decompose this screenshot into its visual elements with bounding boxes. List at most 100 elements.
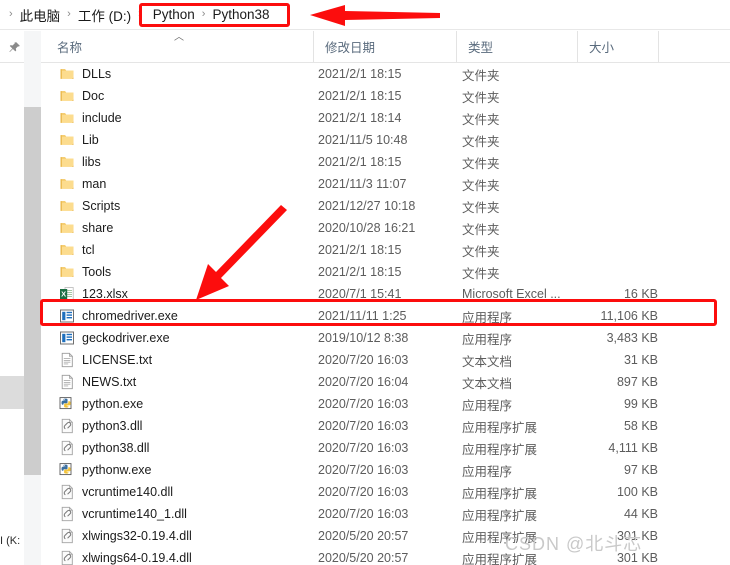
file-row[interactable]: Doc 2021/2/1 18:15 文件夹 — [41, 85, 730, 107]
address-bar[interactable]: › 此电脑 › 工作 (D:) › Python › Python38 — [0, 0, 730, 30]
file-name-label: LICENSE.txt — [82, 353, 153, 367]
file-type-cell: 应用程序 — [462, 464, 513, 479]
file-date-cell: 2021/2/1 18:15 — [318, 155, 402, 169]
folder-icon — [60, 135, 74, 145]
file-date-cell: 2020/7/20 16:03 — [318, 507, 409, 521]
file-row[interactable]: pythonw.exe 2020/7/20 16:03 应用程序 97 KB — [41, 459, 730, 481]
file-explorer-window: › 此电脑 › 工作 (D:) › Python › Python38 ︿ 名称… — [0, 0, 730, 565]
file-size-cell: 58 KB — [623, 419, 658, 433]
file-date-cell: 2020/7/1 15:41 — [318, 287, 402, 301]
file-name-cell[interactable]: Tools — [59, 261, 111, 283]
file-name-cell[interactable]: man — [59, 173, 106, 195]
file-name-cell[interactable]: chromedriver.exe — [59, 305, 178, 327]
file-date-cell: 2020/7/20 16:03 — [318, 397, 409, 411]
file-row[interactable]: Scripts 2021/12/27 10:18 文件夹 — [41, 195, 730, 217]
file-name-cell[interactable]: vcruntime140.dll — [59, 481, 173, 503]
file-date-cell: 2020/7/20 16:03 — [318, 419, 409, 433]
file-row[interactable]: chromedriver.exe 2021/11/11 1:25 应用程序 11,10… — [41, 305, 730, 327]
file-row[interactable]: include 2021/2/1 18:14 文件夹 — [41, 107, 730, 129]
file-type-cell: 文件夹 — [462, 68, 500, 83]
file-name-label: Scripts — [82, 199, 121, 213]
dll-icon — [61, 484, 74, 500]
file-name-cell[interactable]: Doc — [59, 85, 104, 107]
file-type-cell: 文件夹 — [462, 112, 500, 127]
breadcrumb-separator-icon: › — [9, 8, 13, 20]
column-header-name-label: 名称 — [57, 41, 83, 55]
file-row[interactable]: libs 2021/2/1 18:15 文件夹 — [41, 151, 730, 173]
file-name-cell[interactable]: tcl — [59, 239, 95, 261]
file-name-label: Doc — [82, 89, 105, 103]
breadcrumb-separator-icon: › — [67, 8, 71, 20]
file-date-cell: 2021/11/11 1:25 — [318, 309, 407, 323]
file-type-cell: 应用程序 — [462, 398, 513, 413]
file-row[interactable]: geckodriver.exe 2019/10/12 8:38 应用程序 3,483 … — [41, 327, 730, 349]
file-row[interactable]: vcruntime140_1.dll 2020/7/20 16:03 应用程序扩展 4… — [41, 503, 730, 525]
file-name-cell[interactable]: Scripts — [59, 195, 120, 217]
file-row[interactable]: Tools 2021/2/1 18:15 文件夹 — [41, 261, 730, 283]
file-date-cell: 2020/7/20 16:03 — [318, 485, 409, 499]
file-name-cell[interactable]: include — [59, 107, 122, 129]
nav-item-truncated-1[interactable]: I (K: — [0, 535, 20, 547]
file-size-cell — [561, 173, 658, 195]
column-header-date[interactable]: 修改日期 — [313, 31, 456, 62]
file-name-label: Tools — [82, 265, 112, 279]
file-name-cell[interactable]: share — [59, 217, 113, 239]
file-size-cell: 4,111 KB — [608, 441, 658, 455]
file-name-cell[interactable]: Lib — [59, 129, 99, 151]
file-row[interactable]: vcruntime140.dll 2020/7/20 16:03 应用程序扩展 100… — [41, 481, 730, 503]
breadcrumb-item-work-d[interactable]: 工作 (D:) — [76, 4, 133, 26]
file-size-cell — [561, 195, 658, 217]
file-row[interactable]: python.exe 2020/7/20 16:03 应用程序 99 KB — [41, 393, 730, 415]
file-name-cell[interactable]: pythonw.exe — [59, 459, 152, 481]
file-row[interactable]: X 123.xlsx 2020/7/1 15:41 Microsoft Excel .… — [41, 283, 730, 305]
file-date-cell: 2021/11/3 11:07 — [318, 177, 407, 191]
file-row[interactable]: man 2021/11/3 11:07 文件夹 — [41, 173, 730, 195]
file-type-cell: 应用程序 — [462, 332, 513, 347]
pin-icon[interactable] — [4, 38, 24, 56]
vertical-scrollbar-thumb[interactable] — [24, 107, 41, 475]
file-type-cell: 文件夹 — [462, 244, 500, 259]
file-name-cell[interactable]: DLLs — [59, 63, 111, 85]
column-header-spacer — [658, 31, 730, 62]
file-date-cell: 2019/10/12 8:38 — [318, 331, 409, 345]
file-list[interactable]: DLLs 2021/2/1 18:15 文件夹 Doc 2021/2/1 18:15 文件… — [41, 63, 730, 565]
file-row[interactable]: DLLs 2021/2/1 18:15 文件夹 — [41, 63, 730, 85]
breadcrumb-item-python38[interactable]: Python38 — [210, 6, 271, 23]
column-header-size[interactable]: 大小 — [577, 31, 658, 62]
column-header-type[interactable]: 类型 — [456, 31, 577, 62]
file-date-cell: 2021/12/27 10:18 — [318, 199, 416, 213]
file-row[interactable]: Lib 2021/11/5 10:48 文件夹 — [41, 129, 730, 151]
breadcrumb-item-this-pc[interactable]: 此电脑 — [18, 4, 63, 26]
file-name-cell[interactable]: vcruntime140_1.dll — [59, 503, 187, 525]
file-name-cell[interactable]: python38.dll — [59, 437, 149, 459]
file-name-cell[interactable]: python.exe — [59, 393, 143, 415]
folder-icon — [60, 267, 74, 277]
file-row[interactable]: share 2020/10/28 16:21 文件夹 — [41, 217, 730, 239]
dll-icon — [61, 528, 74, 544]
file-size-cell: 3,483 KB — [606, 331, 658, 345]
file-date-cell: 2021/11/5 10:48 — [318, 133, 408, 147]
file-name-cell[interactable]: geckodriver.exe — [59, 327, 170, 349]
file-row[interactable]: LICENSE.txt 2020/7/20 16:03 文本文档 31 KB — [41, 349, 730, 371]
breadcrumb-separator-icon: › — [138, 8, 142, 20]
file-type-cell: 文件夹 — [462, 222, 500, 237]
file-name-cell[interactable]: LICENSE.txt — [59, 349, 152, 371]
file-date-cell: 2021/2/1 18:15 — [318, 265, 402, 279]
file-type-cell: 文件夹 — [462, 156, 500, 171]
file-row[interactable]: NEWS.txt 2020/7/20 16:04 文本文档 897 KB — [41, 371, 730, 393]
file-name-label: 123.xlsx — [82, 287, 128, 301]
file-name-label: pythonw.exe — [82, 463, 152, 477]
navigation-pane-clipped[interactable]: I (K: ) :) — [0, 63, 24, 565]
file-row[interactable]: tcl 2021/2/1 18:15 文件夹 — [41, 239, 730, 261]
breadcrumb-highlighted-group[interactable]: Python › Python38 — [147, 6, 276, 23]
file-row[interactable]: python3.dll 2020/7/20 16:03 应用程序扩展 58 KB — [41, 415, 730, 437]
breadcrumb-item-python[interactable]: Python — [151, 6, 197, 23]
file-row[interactable]: python38.dll 2020/7/20 16:03 应用程序扩展 4,111 K… — [41, 437, 730, 459]
file-name-cell[interactable]: NEWS.txt — [59, 371, 136, 393]
file-name-cell[interactable]: xlwings32-0.19.4.dll — [59, 525, 192, 547]
file-name-label: xlwings32-0.19.4.dll — [82, 529, 192, 543]
file-name-cell[interactable]: libs — [59, 151, 101, 173]
file-name-cell[interactable]: X 123.xlsx — [59, 283, 128, 305]
file-name-cell[interactable]: python3.dll — [59, 415, 142, 437]
file-name-cell[interactable]: xlwings64-0.19.4.dll — [59, 547, 192, 565]
